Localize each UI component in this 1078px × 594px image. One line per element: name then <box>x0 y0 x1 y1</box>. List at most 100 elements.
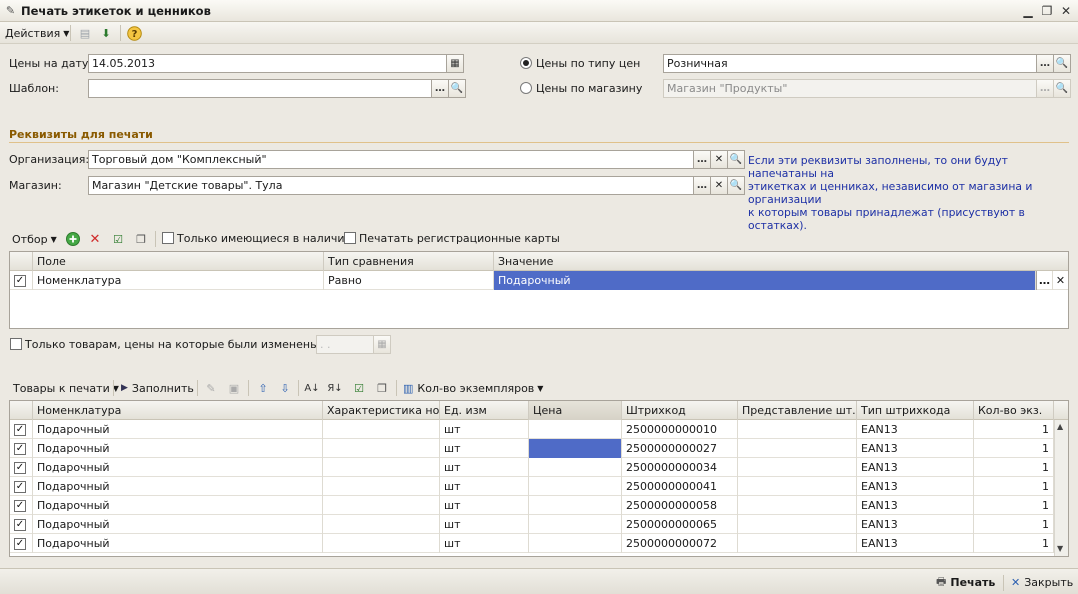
barcode-type-cell[interactable]: EAN13 <box>857 458 974 477</box>
qty-cell[interactable]: 1 <box>974 496 1054 515</box>
characteristic-cell[interactable] <box>323 515 440 534</box>
qty-cell[interactable]: 1 <box>974 458 1054 477</box>
characteristic-cell[interactable] <box>323 439 440 458</box>
table-row[interactable]: ✓ Номенклатура Равно Подарочный … ✕ <box>10 271 1068 290</box>
search-icon[interactable]: 🔍 <box>449 79 466 98</box>
save-settings-icon[interactable]: ⬇ <box>98 25 114 41</box>
barcode-cell[interactable]: 2500000000010 <box>622 420 738 439</box>
table-row[interactable]: ✓ Подарочный шт 2500000000058 EAN13 1 <box>10 496 1068 515</box>
check-all-icon[interactable]: ☑ <box>110 231 126 247</box>
unit-cell[interactable]: шт <box>440 477 529 496</box>
column-header[interactable]: Тип сравнения <box>324 252 494 271</box>
delete-icon[interactable]: ✕ <box>87 231 103 247</box>
only-in-stock-checkbox[interactable] <box>162 232 174 244</box>
column-header[interactable]: Штрихкод <box>622 401 738 420</box>
save-icon[interactable]: ▣ <box>226 380 242 396</box>
price-cell[interactable] <box>529 534 622 553</box>
price-changed-checkbox[interactable] <box>10 338 22 350</box>
barcode-type-cell[interactable]: EAN13 <box>857 515 974 534</box>
unit-cell[interactable]: шт <box>440 496 529 515</box>
price-date-field[interactable]: 14.05.2013 <box>88 54 447 73</box>
move-up-icon[interactable]: ⇧ <box>255 380 271 396</box>
row-checkbox[interactable]: ✓ <box>14 442 26 455</box>
price-cell[interactable] <box>529 515 622 534</box>
barcode-cell[interactable]: 2500000000058 <box>622 496 738 515</box>
search-icon[interactable]: 🔍 <box>1054 54 1071 73</box>
column-header[interactable]: Номенклатура <box>33 401 323 420</box>
column-header[interactable]: Представление шт... <box>738 401 857 420</box>
barcode-cell[interactable]: 2500000000041 <box>622 477 738 496</box>
choose-button[interactable]: … <box>1037 79 1054 98</box>
copy-icon[interactable]: ❐ <box>374 380 390 396</box>
settings-icon[interactable]: ▤ <box>77 25 93 41</box>
print-button[interactable]: 🖶 Печать <box>936 574 995 590</box>
name-cell[interactable]: Подарочный <box>33 439 323 458</box>
close-icon[interactable]: ✕ <box>1058 3 1074 19</box>
comparison-cell[interactable]: Равно <box>324 271 494 290</box>
add-icon[interactable] <box>65 231 81 247</box>
barcode-cell[interactable]: 2500000000034 <box>622 458 738 477</box>
price-cell[interactable] <box>529 477 622 496</box>
price-type-radio[interactable] <box>520 57 532 69</box>
actions-menu[interactable]: Действия ▼ <box>5 25 69 41</box>
fill-button[interactable]: ▶ Заполнить <box>121 380 194 396</box>
table-scrollbar[interactable]: ▲ ▼ <box>1054 420 1068 556</box>
value-cell[interactable]: Подарочный <box>494 271 1036 290</box>
row-checkbox[interactable]: ✓ <box>14 537 26 550</box>
close-button[interactable]: ✕ Закрыть <box>1011 574 1073 590</box>
selection-menu[interactable]: Отбор ▼ <box>12 231 57 247</box>
qty-cell[interactable]: 1 <box>974 515 1054 534</box>
barcode-repr-cell[interactable] <box>738 496 857 515</box>
qty-cell[interactable]: 1 <box>974 477 1054 496</box>
choose-button[interactable]: … <box>432 79 449 98</box>
store-field[interactable]: Магазин "Детские товары". Тула <box>88 176 694 195</box>
barcode-type-cell[interactable]: EAN13 <box>857 477 974 496</box>
barcode-type-cell[interactable]: EAN13 <box>857 420 974 439</box>
barcode-cell[interactable]: 2500000000072 <box>622 534 738 553</box>
column-header[interactable]: Значение <box>494 252 1068 271</box>
clear-icon[interactable]: ✕ <box>711 150 728 169</box>
barcode-repr-cell[interactable] <box>738 439 857 458</box>
calendar-icon[interactable]: ▦ <box>374 335 391 354</box>
table-row[interactable]: ✓ Подарочный шт 2500000000010 EAN13 1 <box>10 420 1068 439</box>
clear-icon[interactable]: ✕ <box>711 176 728 195</box>
print-reg-cards-checkbox[interactable] <box>344 232 356 244</box>
scroll-up-icon[interactable]: ▲ <box>1057 422 1063 431</box>
sort-descending-icon[interactable]: Я↓ <box>327 380 343 396</box>
name-cell[interactable]: Подарочный <box>33 515 323 534</box>
search-icon[interactable]: 🔍 <box>728 176 745 195</box>
name-cell[interactable]: Подарочный <box>33 420 323 439</box>
barcode-cell[interactable]: 2500000000065 <box>622 515 738 534</box>
qty-cell[interactable]: 1 <box>974 534 1054 553</box>
price-changed-date-field[interactable]: . . <box>316 335 374 354</box>
unit-cell[interactable]: шт <box>440 534 529 553</box>
price-cell[interactable] <box>529 420 622 439</box>
field-cell[interactable]: Номенклатура <box>33 271 324 290</box>
unit-cell[interactable]: шт <box>440 515 529 534</box>
search-icon[interactable]: 🔍 <box>728 150 745 169</box>
choose-button[interactable]: … <box>1037 54 1054 73</box>
store-price-radio[interactable] <box>520 82 532 94</box>
name-cell[interactable]: Подарочный <box>33 477 323 496</box>
name-cell[interactable]: Подарочный <box>33 496 323 515</box>
barcode-repr-cell[interactable] <box>738 458 857 477</box>
barcode-cell[interactable]: 2500000000027 <box>622 439 738 458</box>
table-row[interactable]: ✓ Подарочный шт 2500000000041 EAN13 1 <box>10 477 1068 496</box>
row-checkbox[interactable]: ✓ <box>14 423 26 436</box>
characteristic-cell[interactable] <box>323 496 440 515</box>
copy-icon[interactable]: ❐ <box>133 231 149 247</box>
column-header[interactable]: Кол-во экз. <box>974 401 1054 420</box>
barcode-repr-cell[interactable] <box>738 420 857 439</box>
clear-icon[interactable]: ✕ <box>1053 271 1068 290</box>
column-header[interactable]: Ед. изм <box>440 401 529 420</box>
move-down-icon[interactable]: ⇩ <box>277 380 293 396</box>
barcode-repr-cell[interactable] <box>738 515 857 534</box>
store-price-field[interactable]: Магазин "Продукты" <box>663 79 1037 98</box>
choose-button[interactable]: … <box>694 150 711 169</box>
qty-cell[interactable]: 1 <box>974 420 1054 439</box>
choose-button[interactable]: … <box>1036 271 1053 290</box>
search-icon[interactable]: 🔍 <box>1054 79 1071 98</box>
barcode-type-cell[interactable]: EAN13 <box>857 496 974 515</box>
row-checkbox[interactable]: ✓ <box>14 274 26 287</box>
table-row[interactable]: ✓ Подарочный шт 2500000000065 EAN13 1 <box>10 515 1068 534</box>
